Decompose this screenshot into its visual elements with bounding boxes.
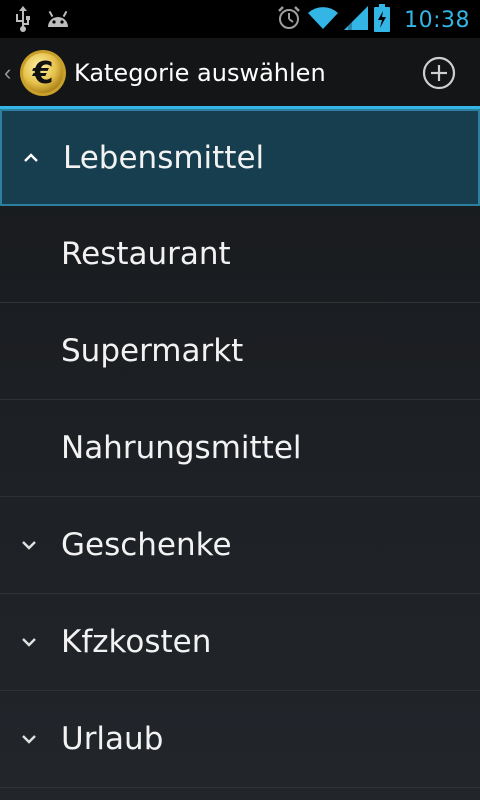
chevron-down-icon — [18, 538, 40, 552]
category-child-nahrungsmittel[interactable]: Nahrungsmittel — [0, 400, 480, 497]
wifi-icon — [308, 6, 339, 35]
add-circle-icon[interactable] — [422, 56, 456, 90]
chevron-down-icon — [18, 732, 40, 746]
euro-coin-icon[interactable]: € — [19, 49, 67, 97]
category-label: Lebensmittel — [63, 139, 265, 176]
category-label: Restaurant — [61, 236, 231, 272]
category-label: Geschenke — [61, 527, 232, 563]
category-label: Supermarkt — [61, 333, 244, 369]
action-bar: ‹ € Kategorie auswählen — [0, 38, 480, 108]
alarm-icon — [276, 5, 302, 36]
category-group-geschenke[interactable]: Geschenke — [0, 497, 480, 594]
status-time: 10:38 — [404, 8, 470, 33]
category-label: Nahrungsmittel — [61, 430, 302, 466]
category-group-kfzkosten[interactable]: Kfzkosten — [0, 594, 480, 691]
status-right-icons: 10:38 — [276, 4, 470, 37]
android-icon — [46, 9, 70, 34]
signal-icon — [344, 6, 369, 35]
status-left-icons — [14, 6, 70, 37]
svg-text:€: € — [32, 56, 54, 91]
status-bar: 10:38 — [0, 0, 480, 38]
category-child-restaurant[interactable]: Restaurant — [0, 206, 480, 303]
category-group-lebensmittel[interactable]: Lebensmittel — [0, 109, 480, 206]
screen: 10:38 ‹ € Kategorie auswählen Lebensmitt… — [0, 0, 480, 800]
category-label: Kfzkosten — [61, 624, 212, 660]
category-label: Urlaub — [61, 721, 164, 757]
page-title: Kategorie auswählen — [74, 59, 326, 87]
battery-charging-icon — [374, 4, 391, 37]
chevron-up-icon — [20, 151, 42, 165]
usb-icon — [14, 6, 32, 37]
chevron-down-icon — [18, 635, 40, 649]
up-navigation-icon[interactable]: ‹ — [4, 60, 11, 86]
category-list: Lebensmittel Restaurant Supermarkt Nahru… — [0, 109, 480, 788]
category-child-supermarkt[interactable]: Supermarkt — [0, 303, 480, 400]
category-group-urlaub[interactable]: Urlaub — [0, 691, 480, 788]
